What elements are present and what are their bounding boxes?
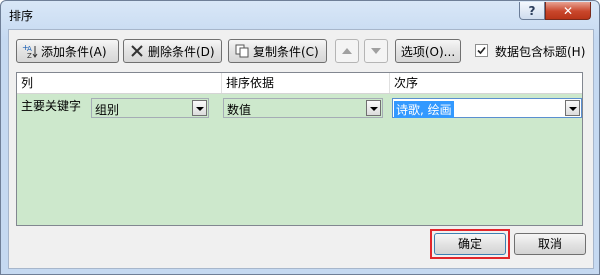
copy-level-label: 复制条件(C) [253,44,319,59]
move-down-icon [371,48,381,54]
dialog-title: 排序 [9,9,34,23]
close-button[interactable]: ✕ [545,2,591,20]
delete-x-icon [129,43,145,59]
sort-on-dropdown-icon[interactable] [366,100,381,116]
help-icon: ? [528,3,536,18]
order-select[interactable]: 诗歌, 绘画 [392,98,582,118]
header-checkbox[interactable] [475,44,488,57]
delete-level-button[interactable]: 删除条件(D) [123,39,222,63]
help-button[interactable]: ? [519,2,545,20]
options-label: 选项(O)... [400,44,456,59]
header-sort-on: 排序依据 [222,73,390,93]
options-button[interactable]: 选项(O)... [395,39,461,63]
header-checkbox-label: 数据包含标题(H) [495,45,586,59]
grid-header: 列 排序依据 次序 [17,73,582,94]
column-dropdown-icon[interactable] [192,100,207,116]
sort-levels-grid: 列 排序依据 次序 主要关键字 组别 数值 诗歌, 绘画 [16,72,583,226]
close-icon: ✕ [562,3,574,18]
cancel-button[interactable]: 取消 [514,233,586,255]
sort-on-select[interactable]: 数值 [223,98,383,118]
move-up-icon [342,48,352,54]
row-label-primary-key: 主要关键字 [21,99,82,113]
ok-button[interactable]: 确定 [434,233,506,255]
header-column: 列 [17,73,222,93]
sort-dialog: 排序 ? ✕ + A Z 添加条件(A) 删除条件(D) 复制条件(C) 选项(… [0,0,600,275]
order-select-value: 诗歌, 绘画 [394,101,454,118]
column-select[interactable]: 组别 [91,98,209,118]
column-select-value: 组别 [95,103,120,117]
order-dropdown-icon[interactable] [565,100,580,116]
delete-level-label: 删除条件(D) [148,44,215,59]
sort-on-select-value: 数值 [227,103,252,117]
dialog-body: + A Z 添加条件(A) 删除条件(D) 复制条件(C) 选项(O)... 数… [8,29,594,269]
move-up-button[interactable] [335,39,359,63]
move-down-button[interactable] [364,39,388,63]
add-sort-icon: + A Z [22,43,38,60]
title-bar: 排序 ? ✕ [1,1,599,29]
header-order: 次序 [394,76,419,90]
add-level-button[interactable]: + A Z 添加条件(A) [16,39,119,63]
svg-text:Z: Z [27,52,32,59]
checkmark-icon [477,46,486,55]
copy-icon [234,43,250,59]
add-level-label: 添加条件(A) [41,44,107,59]
copy-level-button[interactable]: 复制条件(C) [228,39,327,63]
